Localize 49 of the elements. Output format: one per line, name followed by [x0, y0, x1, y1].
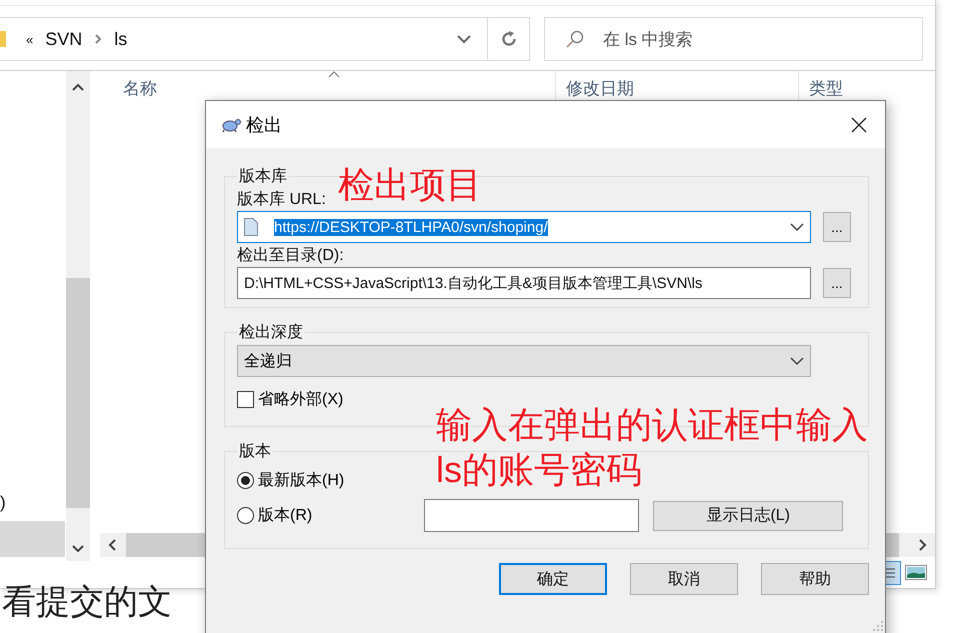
search-icon — [565, 29, 585, 49]
dropdown-icon[interactable] — [790, 222, 804, 232]
annotation-text: 输入在弹出的认证框中输入 ls的账号密码 — [436, 403, 868, 492]
group-legend: 版本库 — [237, 166, 289, 187]
overflow-chevron[interactable]: « — [26, 32, 34, 46]
checkbox[interactable] — [237, 391, 254, 408]
annotation-text: 检出项目 — [338, 163, 482, 207]
file-icon — [244, 218, 258, 236]
address-bar[interactable]: « SVN ls — [0, 17, 488, 61]
turtle-icon — [220, 116, 242, 132]
resize-grip-icon — [873, 621, 883, 631]
group-legend: 检出深度 — [237, 322, 305, 343]
chevron-right-icon — [94, 33, 102, 45]
radio-option[interactable]: 最新版本(H) — [237, 470, 344, 491]
column-header[interactable]: 名称 — [100, 71, 555, 115]
dropdown-icon[interactable] — [457, 34, 471, 44]
background-text: 看提交的文 — [2, 585, 172, 619]
omit-externals-checkbox[interactable]: 省略外部(X) — [237, 389, 344, 410]
browse-button[interactable]: ... — [823, 268, 851, 298]
nav-item[interactable]: ) — [0, 485, 65, 521]
refresh-icon — [500, 30, 518, 48]
folder-icon — [0, 31, 6, 47]
breadcrumb-item[interactable]: ls — [114, 28, 128, 50]
radio-option[interactable]: 版本(R) — [237, 505, 312, 526]
scroll-right-icon — [919, 539, 927, 551]
scroll-up-icon — [72, 83, 84, 91]
refresh-button[interactable] — [488, 17, 530, 61]
scroll-down-icon — [72, 545, 84, 553]
browse-button[interactable]: ... — [823, 212, 851, 242]
vertical-scrollbar[interactable] — [66, 71, 90, 561]
directory-field[interactable]: D:\HTML+CSS+JavaScript\13.自动化工具&项目版本管理工具\SVN\ls — [237, 267, 811, 299]
close-icon — [851, 116, 867, 132]
field-label: 版本库 URL: — [237, 190, 327, 210]
revision-field[interactable] — [424, 499, 640, 532]
dialog-button[interactable]: 确定 — [499, 563, 607, 595]
depth-dropdown[interactable]: 全递归 — [237, 345, 811, 377]
image-icon — [905, 564, 927, 580]
dropdown-icon — [790, 356, 804, 366]
show-log-button[interactable]: 显示日志(L) — [653, 500, 844, 530]
breadcrumb-item[interactable]: SVN — [45, 28, 82, 50]
dialog-button[interactable]: 取消 — [630, 563, 738, 595]
scroll-left-icon — [108, 539, 116, 551]
group-legend: 版本 — [237, 441, 273, 462]
field-label: 检出至目录(D): — [237, 246, 345, 266]
url-combo-field[interactable]: https://DESKTOP-8TLHPA0/svn/shoping/ — [237, 211, 811, 243]
dialog-button[interactable]: 帮助 — [761, 563, 869, 595]
sort-caret-icon — [328, 71, 340, 78]
dialog-title: 检出 — [246, 114, 282, 136]
search-field[interactable]: 在 ls 中搜索 — [544, 17, 923, 61]
